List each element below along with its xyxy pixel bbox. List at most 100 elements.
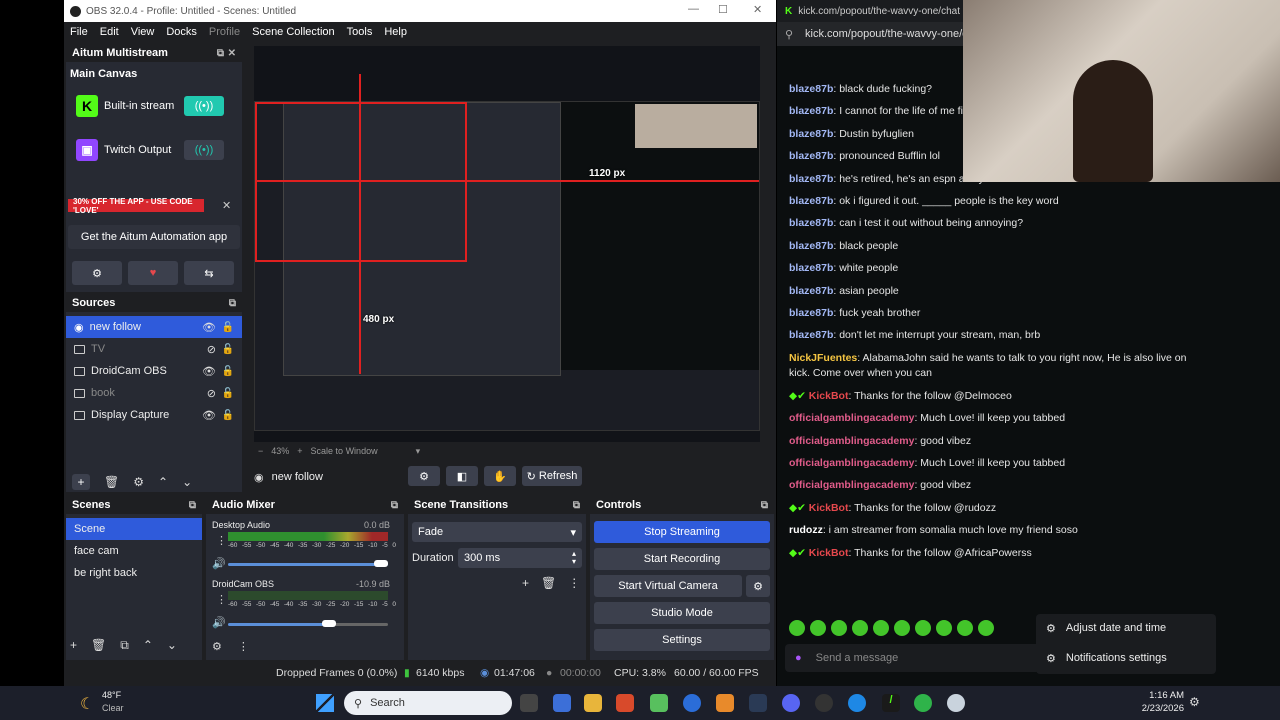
trash-icon[interactable]: 🗑 [541,576,556,590]
float-icon[interactable]: ⧉ [229,298,236,309]
emote-icon[interactable] [915,620,931,636]
emote-icon[interactable] [873,620,889,636]
menu-scene-collection[interactable]: Scene Collection [246,26,341,38]
eye-icon[interactable]: 👁 [202,321,216,334]
weather-temp[interactable]: 48°F [102,690,121,700]
source-filters-button[interactable]: ◧ [446,466,478,486]
chat-username[interactable]: blaze87b [789,262,833,274]
steam-icon[interactable] [749,694,767,712]
float-icon[interactable]: ⧉ [217,48,224,59]
mic-icon[interactable]: ● [795,652,802,664]
speaker-icon[interactable]: 🔊 [212,557,226,570]
advanced-audio-icon[interactable]: ⚙ [212,640,222,653]
volume-knob[interactable] [322,620,336,627]
aitum-settings-button[interactable]: ⚙ [72,261,122,285]
preview-area[interactable]: 1120 px 480 px − 43% + Scale to Window ▾ [254,46,760,456]
menu-tools[interactable]: Tools [341,26,379,38]
stop-streaming-button[interactable]: Stop Streaming [594,521,770,543]
zoom-out-icon[interactable]: − [258,446,263,457]
emote-icon[interactable] [894,620,910,636]
chat-username[interactable]: blaze87b [789,128,833,140]
transition-select[interactable]: Fade ▾ [412,522,582,542]
app-icon[interactable] [914,694,932,712]
lock-icon[interactable]: 🔓 [222,366,234,377]
maximize-icon[interactable]: ☐ [718,3,728,16]
lock-icon[interactable]: 🔓 [222,410,234,421]
chat-username[interactable]: blaze87b [789,195,833,207]
notification-icon[interactable]: ⚙ [1189,695,1200,709]
chat-username[interactable]: blaze87b [789,240,833,252]
more-icon[interactable]: ⋮ [238,640,249,653]
float-icon[interactable]: ⧉ [573,500,580,511]
more-icon[interactable]: ⋮ [216,593,227,606]
chat-username[interactable]: blaze87b [789,307,833,319]
emote-icon[interactable] [978,620,994,636]
source-row-new-follow[interactable]: ◉ new follow 👁 🔓 [66,316,242,338]
emote-icon[interactable] [852,620,868,636]
built-in-stream-toggle[interactable]: ((•)) [184,96,224,116]
emote-icon[interactable] [831,620,847,636]
emote-icon[interactable] [789,620,805,636]
eye-icon[interactable]: 👁 [202,365,216,378]
windows-start-icon[interactable] [316,694,334,712]
source-row-book[interactable]: book ⊘ 🔓 [66,382,242,404]
source-row-display-capture[interactable]: Display Capture 👁 🔓 [66,404,242,426]
virtual-camera-settings-icon[interactable]: ⚙ [746,575,770,597]
start-virtual-camera-button[interactable]: Start Virtual Camera [594,575,742,597]
studio-mode-button[interactable]: Studio Mode [594,602,770,624]
trash-icon[interactable]: 🗑 [104,475,119,489]
chat-username[interactable]: blaze87b [789,83,833,95]
chat-username[interactable]: blaze87b [789,173,833,185]
zoom-in-icon[interactable]: + [297,446,302,457]
lock-icon[interactable]: 🔓 [222,388,234,399]
chat-username[interactable]: blaze87b [789,217,833,229]
float-icon[interactable]: ⧉ [761,500,768,511]
brave-browser-icon[interactable] [616,694,634,712]
chat-username[interactable]: KickBot [809,502,849,514]
chat-username[interactable]: rudozz [789,524,823,536]
source-row-droidcam[interactable]: DroidCam OBS 👁 🔓 [66,360,242,382]
trash-icon[interactable]: 🗑 [91,638,106,653]
chat-username[interactable]: officialgamblingacademy [789,435,914,447]
copy-icon[interactable]: ⧉ [120,638,129,653]
close-icon[interactable]: ✕ [753,3,762,16]
more-icon[interactable]: ⋮ [568,576,580,590]
app-icon[interactable] [650,694,668,712]
close-dock-icon[interactable]: ✕ [228,48,236,59]
chat-username[interactable]: blaze87b [789,329,833,341]
promo-close-icon[interactable]: ✕ [222,199,231,212]
stepper-icon[interactable]: ▴ ▾ [572,550,576,566]
scene-item[interactable]: face cam [66,540,202,562]
move-up-icon[interactable]: ⌃ [143,638,153,653]
add-transition-icon[interactable]: + [522,576,529,590]
taskbar-search[interactable]: ⚲ Search [344,691,512,715]
menu-profile[interactable]: Profile [203,26,246,38]
add-scene-icon[interactable]: + [70,638,77,653]
aitum-share-button[interactable]: ⇆ [184,261,234,285]
menu-docks[interactable]: Docks [160,26,203,38]
menu-help[interactable]: Help [378,26,413,38]
scene-item[interactable]: Scene [66,518,202,540]
volume-knob[interactable] [374,560,388,567]
chat-username[interactable]: blaze87b [789,285,833,297]
task-view-icon[interactable] [520,694,538,712]
notifications-settings-item[interactable]: ⚙ Notifications settings [1046,652,1167,665]
scene-item[interactable]: be right back [66,562,202,584]
gear-icon[interactable]: ⚙ [133,475,144,489]
settings-button[interactable]: Settings [594,629,770,651]
site-info-icon[interactable]: ⚲ [785,28,793,41]
move-up-icon[interactable]: ⌃ [158,475,168,489]
chat-input[interactable]: ● Send a message [785,644,1065,672]
duration-input[interactable]: 300 ms ▴ ▾ [458,548,582,568]
minimize-icon[interactable]: — [688,3,699,15]
chat-username[interactable]: blaze87b [789,150,833,162]
chat-username[interactable]: officialgamblingacademy [789,479,914,491]
app-icon[interactable] [947,694,965,712]
more-icon[interactable]: ⋮ [216,534,227,547]
app-icon[interactable] [848,694,866,712]
refresh-button[interactable]: ↻ Refresh [522,466,582,486]
clock-time[interactable]: 1:16 AM [1140,690,1184,701]
aitum-heart-button[interactable]: ♥ [128,261,178,285]
preview-canvas[interactable]: 1120 px 480 px [254,74,760,431]
start-recording-button[interactable]: Start Recording [594,548,770,570]
